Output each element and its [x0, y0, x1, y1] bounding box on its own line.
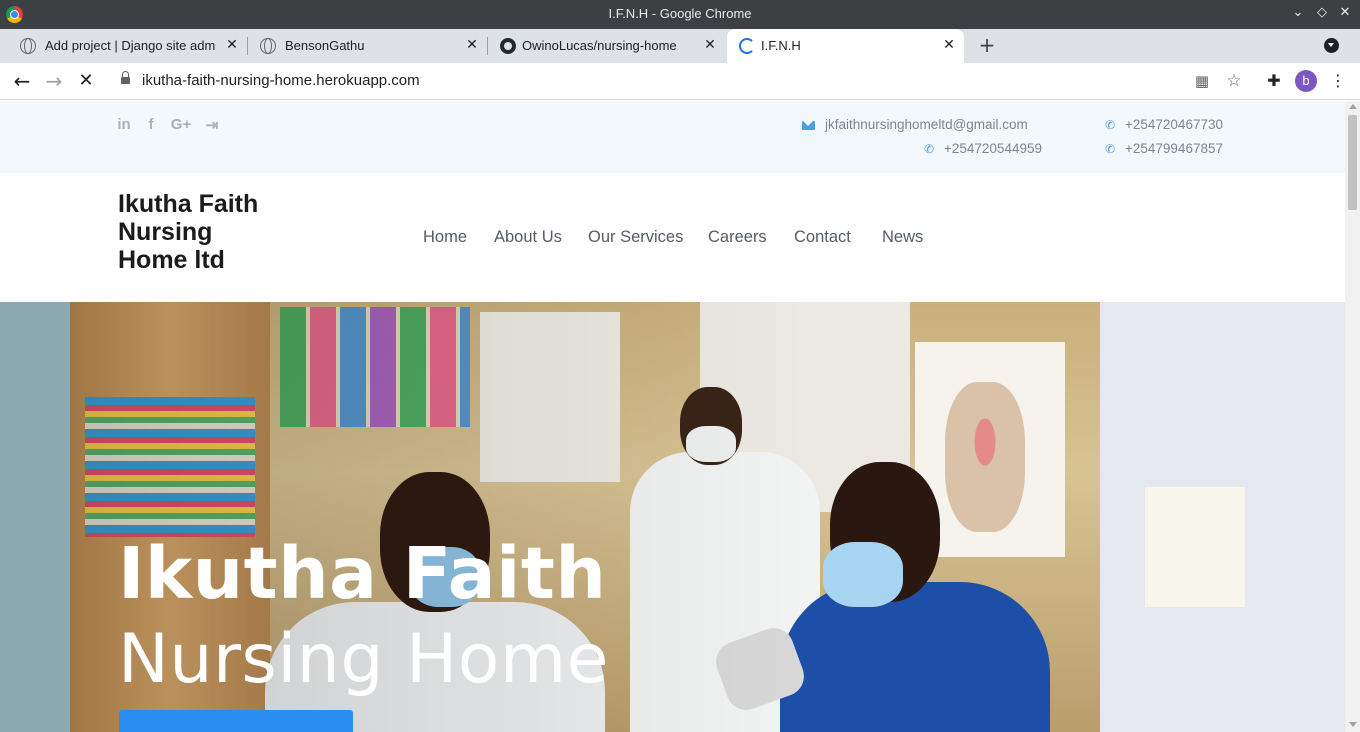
tab-search-icon[interactable] — [1324, 38, 1339, 53]
sign-in-icon[interactable]: ⇥ — [202, 116, 222, 134]
nav-about-us[interactable]: About Us — [494, 228, 562, 247]
minimize-icon[interactable]: ⌄ — [1289, 5, 1307, 20]
email-text: jkfaithnursinghomeltd@gmail.com — [825, 117, 1028, 132]
linkedin-icon[interactable]: in — [114, 116, 134, 134]
nav-careers[interactable]: Careers — [708, 228, 767, 247]
contact-phone-1[interactable]: ✆ +254720467730 — [1103, 117, 1223, 132]
nav-news[interactable]: News — [882, 228, 923, 247]
nav-our-services[interactable]: Our Services — [588, 228, 683, 247]
forward-arrow-icon[interactable]: → — [42, 70, 66, 92]
window-titlebar: I.F.N.H - Google Chrome ⌄ ◇ ✕ — [0, 0, 1360, 29]
contact-phone-3[interactable]: ✆ +254799467857 — [1103, 141, 1223, 156]
globe-icon — [260, 38, 276, 54]
nav-contact[interactable]: Contact — [794, 228, 851, 247]
phone-icon: ✆ — [923, 142, 935, 156]
tab-strip: Add project | Django site adm ✕ BensonGa… — [0, 29, 1360, 63]
scroll-up-icon[interactable] — [1349, 104, 1357, 109]
tab-label: I.F.N.H — [761, 38, 801, 53]
page-viewport: in f G+ ⇥ jkfaithnursinghomeltd@gmail.co… — [0, 101, 1345, 732]
nav-home[interactable]: Home — [423, 228, 467, 247]
scroll-down-icon[interactable] — [1349, 722, 1357, 727]
loading-spinner-icon — [739, 38, 755, 54]
hero-title: Ikutha Faith — [118, 532, 607, 615]
globe-icon — [20, 38, 36, 54]
tab-django-admin[interactable]: Add project | Django site adm ✕ — [8, 29, 248, 63]
close-window-icon[interactable]: ✕ — [1336, 5, 1354, 20]
browser-toolbar: ← → ✕ ikutha-faith-nursing-home.herokuap… — [0, 63, 1360, 100]
hero-banner: Ikutha Faith Nursing Home — [0, 302, 1345, 732]
envelope-icon — [802, 121, 815, 130]
qr-code-icon[interactable]: ▦ — [1190, 70, 1214, 92]
window-title: I.F.N.H - Google Chrome — [608, 6, 752, 21]
google-plus-icon[interactable]: G+ — [168, 116, 194, 134]
tab-label: OwinoLucas/nursing-home — [522, 38, 677, 53]
tab-close-icon[interactable]: ✕ — [464, 37, 480, 53]
profile-avatar[interactable]: b — [1295, 70, 1317, 92]
phone-text: +254720544959 — [944, 141, 1042, 156]
tab-ifnh[interactable]: I.F.N.H ✕ — [727, 29, 964, 63]
new-tab-icon[interactable]: + — [976, 34, 998, 56]
bookmark-star-icon[interactable]: ☆ — [1222, 70, 1246, 92]
site-navbar: Ikutha Faith Nursing Home ltd Home About… — [0, 173, 1345, 302]
back-arrow-icon[interactable]: ← — [10, 70, 34, 92]
tab-close-icon[interactable]: ✕ — [224, 37, 240, 53]
site-brand-logo[interactable]: Ikutha Faith Nursing Home ltd — [118, 190, 288, 274]
contact-email[interactable]: jkfaithnursinghomeltd@gmail.com — [802, 117, 1028, 132]
page-scrollbar[interactable] — [1345, 101, 1360, 732]
tab-close-icon[interactable]: ✕ — [941, 37, 957, 53]
kebab-menu-icon[interactable]: ⋮ — [1326, 70, 1350, 92]
stop-loading-icon[interactable]: ✕ — [74, 70, 98, 92]
github-icon — [500, 38, 516, 54]
tab-bensongathu[interactable]: BensonGathu ✕ — [248, 29, 488, 63]
scrollbar-thumb[interactable] — [1348, 115, 1357, 210]
tab-label: Add project | Django site adm — [45, 38, 216, 53]
phone-text: +254799467857 — [1125, 141, 1223, 156]
tab-close-icon[interactable]: ✕ — [702, 37, 718, 53]
tab-github-repo[interactable]: OwinoLucas/nursing-home ✕ — [488, 29, 726, 63]
phone-icon: ✆ — [1104, 118, 1116, 132]
phone-text: +254720467730 — [1125, 117, 1223, 132]
contact-topbar: in f G+ ⇥ jkfaithnursinghomeltd@gmail.co… — [0, 101, 1345, 173]
contact-phone-2[interactable]: ✆ +254720544959 — [922, 141, 1042, 156]
tab-label: BensonGathu — [285, 38, 365, 53]
extensions-puzzle-icon[interactable]: ✚ — [1262, 70, 1286, 92]
lock-icon[interactable] — [121, 71, 130, 85]
phone-icon: ✆ — [1104, 142, 1116, 156]
address-bar[interactable]: ikutha-faith-nursing-home.herokuapp.com — [142, 72, 420, 89]
facebook-icon[interactable]: f — [141, 116, 161, 134]
hero-subtitle: Nursing Home — [118, 620, 609, 699]
maximize-icon[interactable]: ◇ — [1313, 5, 1331, 20]
hero-cta-button[interactable] — [119, 710, 353, 732]
